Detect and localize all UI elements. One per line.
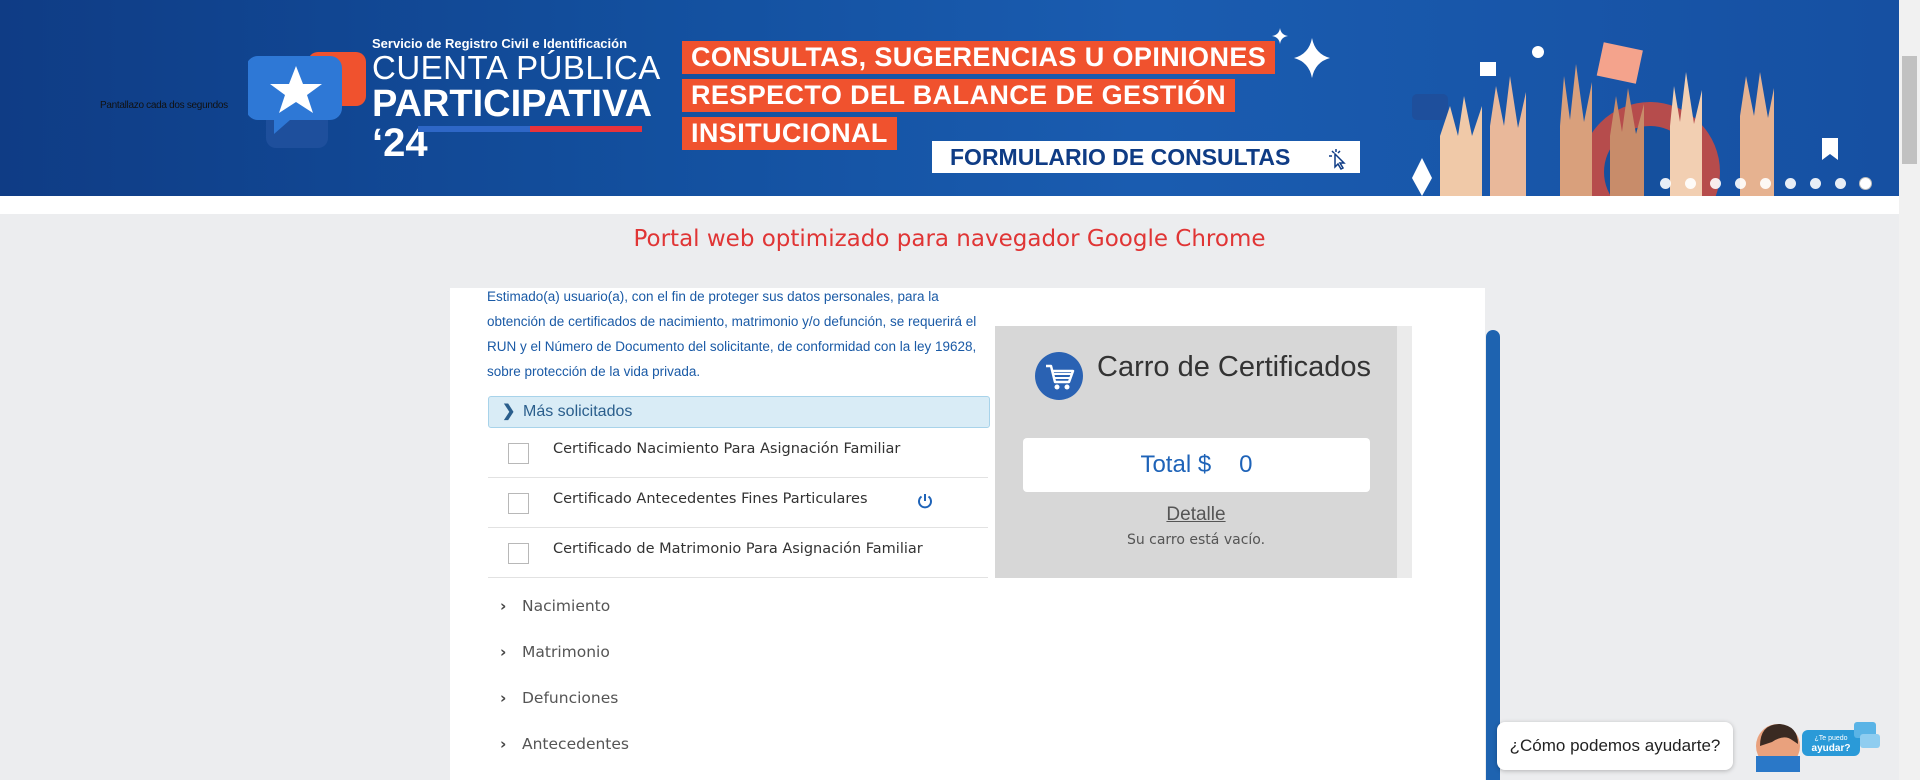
cart-title: Carro de Certificados: [1097, 351, 1371, 383]
certificate-label: Certificado de Matrimonio Para Asignació…: [553, 541, 923, 557]
cart-detail-link[interactable]: Detalle: [995, 504, 1397, 526]
side-accent-bar: [1486, 330, 1500, 780]
pointer-cursor-icon: [1329, 149, 1346, 170]
carousel-dot[interactable]: [1785, 178, 1796, 189]
certificate-checkbox[interactable]: [508, 493, 529, 514]
certificate-checkbox[interactable]: [508, 443, 529, 464]
carousel-dot-active[interactable]: [1860, 178, 1871, 189]
chevron-right-icon: ›: [500, 735, 507, 753]
cart-total-value: 0: [1239, 451, 1253, 478]
carousel-dots: [1660, 178, 1871, 189]
consultas-form-link[interactable]: FORMULARIO DE CONSULTAS: [932, 141, 1360, 173]
chat-assistant-avatar-icon[interactable]: ¿Te puedo ayudar?: [1752, 720, 1882, 772]
category-matrimonio[interactable]: › Matrimonio: [500, 643, 610, 661]
category-defunciones[interactable]: › Defunciones: [500, 689, 618, 707]
carousel-dot[interactable]: [1810, 178, 1821, 189]
raised-hands-illustration-icon: [1412, 42, 1838, 196]
headline-line-1: CONSULTAS, SUGERENCIAS U OPINIONES: [682, 41, 1276, 74]
category-nacimiento[interactable]: › Nacimiento: [500, 597, 610, 615]
certificate-label: Certificado Nacimiento Para Asignación F…: [553, 441, 901, 457]
consultas-form-label: FORMULARIO DE CONSULTAS: [950, 144, 1291, 170]
chat-prompt-bubble[interactable]: ¿Cómo podemos ayudarte?: [1497, 722, 1733, 770]
cart-side-strip: [1397, 326, 1412, 578]
hero-banner[interactable]: Pantallazo cada dos segundos Servicio de…: [0, 0, 1899, 196]
chevron-right-icon: ›: [500, 643, 507, 661]
header-spacer: [0, 196, 1899, 214]
certificate-label: Certificado Antecedentes Fines Particula…: [553, 491, 868, 507]
carousel-dot[interactable]: [1835, 178, 1846, 189]
svg-text:ayudar?: ayudar?: [1812, 743, 1851, 754]
certificate-row: Certificado Nacimiento Para Asignación F…: [488, 428, 988, 478]
certificate-cart: Carro de Certificados Total $ 0 Detalle S…: [995, 326, 1397, 578]
cart-total-label: Total $: [1140, 451, 1212, 478]
most-requested-accordion-header[interactable]: ❯ Más solicitados: [488, 396, 990, 428]
chevron-right-icon: ›: [500, 597, 507, 615]
page-scrollbar-thumb[interactable]: [1902, 56, 1917, 164]
carousel-dot[interactable]: [1735, 178, 1746, 189]
cuenta-publica-logo-text: Servicio de Registro Civil e Identificac…: [372, 36, 661, 163]
headline-line-3: INSITUCIONAL: [682, 117, 897, 150]
cart-empty-message: Su carro está vacío.: [1126, 532, 1266, 548]
certificate-row: Certificado Antecedentes Fines Particula…: [488, 478, 988, 528]
sparkle-icon: [1272, 28, 1330, 78]
power-icon: [918, 494, 932, 509]
category-label: Matrimonio: [522, 643, 610, 661]
logo-line-1: CUENTA PÚBLICA: [372, 49, 661, 86]
category-label: Antecedentes: [522, 735, 629, 753]
certificate-row: Certificado de Matrimonio Para Asignació…: [488, 528, 988, 578]
svg-text:¿Te puedo: ¿Te puedo: [1814, 735, 1847, 742]
chevron-down-icon: ❯: [502, 403, 516, 420]
chevron-right-icon: ›: [500, 689, 507, 707]
browser-recommendation: Portal web optimizado para navegador Goo…: [633, 226, 1266, 252]
headline-line-2: RESPECTO DEL BALANCE DE GESTIÓN: [682, 79, 1235, 112]
logo-divider-bar: [418, 126, 642, 132]
carousel-dot[interactable]: [1760, 178, 1771, 189]
category-label: Defunciones: [522, 689, 619, 707]
logo-line-2: PARTICIPATIVA: [372, 83, 653, 125]
carousel-caption: Pantallazo cada dos segundos: [100, 100, 228, 111]
speech-bubble-star-logo-icon: [248, 52, 366, 148]
carousel-dot[interactable]: [1710, 178, 1721, 189]
privacy-notice: Estimado(a) usuario(a), con el fin de pr…: [487, 289, 977, 379]
carousel-dot[interactable]: [1660, 178, 1671, 189]
shopping-cart-icon: [1035, 352, 1083, 400]
most-requested-label: Más solicitados: [523, 403, 633, 420]
carousel-dot[interactable]: [1685, 178, 1696, 189]
category-label: Nacimiento: [522, 597, 611, 615]
category-antecedentes[interactable]: › Antecedentes: [500, 735, 629, 753]
cart-total: Total $ 0: [1023, 438, 1370, 492]
certificate-checkbox[interactable]: [508, 543, 529, 564]
